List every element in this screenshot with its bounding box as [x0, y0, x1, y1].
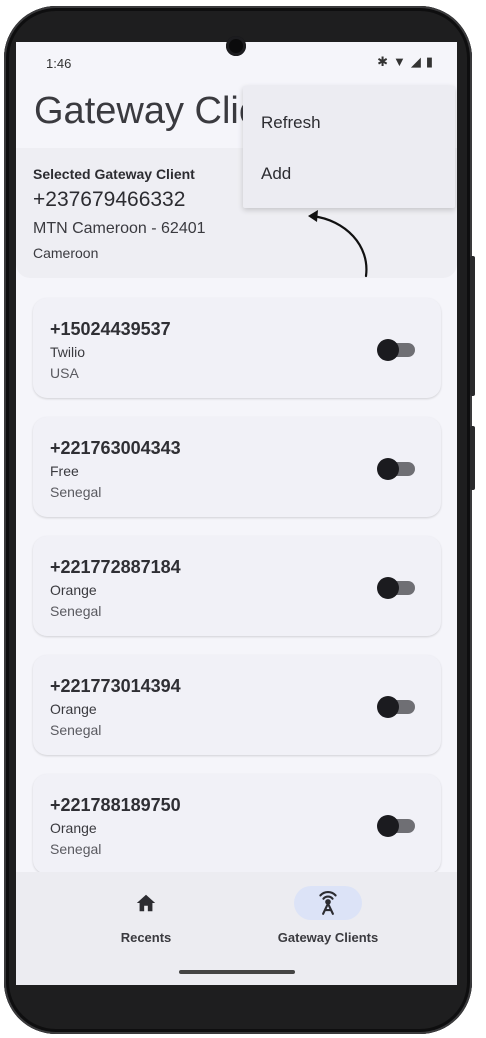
client-card[interactable]: +15024439537 Twilio USA [33, 298, 441, 398]
status-time: 1:46 [46, 56, 72, 71]
wifi-icon: ▼ [392, 54, 406, 69]
battery-icon: ▮ [425, 54, 433, 69]
home-indicator[interactable] [179, 970, 295, 974]
client-toggle[interactable] [377, 576, 415, 600]
selected-client-operator: MTN Cameroon - 62401 [33, 220, 206, 237]
antenna-icon [319, 891, 337, 915]
nav-icon-container [112, 886, 180, 920]
nav-label-gateway-clients: Gateway Clients [277, 930, 379, 945]
client-country: USA [50, 365, 79, 381]
menu-item-add[interactable]: Add [261, 164, 291, 184]
selected-client-country: Cameroon [33, 245, 99, 261]
signal-icon: ◢ [410, 54, 421, 69]
toggle-thumb [377, 577, 399, 599]
client-toggle[interactable] [377, 695, 415, 719]
client-operator: Orange [50, 701, 97, 717]
client-number: +221772887184 [50, 557, 181, 577]
client-country: Senegal [50, 484, 102, 500]
client-toggle[interactable] [377, 338, 415, 362]
selected-client-number: +237679466332 [33, 188, 186, 211]
volume-button [470, 426, 475, 490]
client-number: +15024439537 [50, 319, 171, 339]
client-country: Senegal [50, 722, 102, 738]
client-card[interactable]: +221772887184 Orange Senegal [33, 536, 441, 636]
bottom-navigation: Recents Gateway Clients [16, 872, 457, 985]
client-card[interactable]: +221763004343 Free Senegal [33, 417, 441, 517]
toggle-thumb [377, 696, 399, 718]
client-country: Senegal [50, 603, 102, 619]
client-toggle[interactable] [377, 814, 415, 838]
overflow-menu: Refresh Add [243, 86, 455, 208]
client-number: +221763004343 [50, 438, 181, 458]
client-country: Senegal [50, 841, 102, 857]
menu-item-refresh[interactable]: Refresh [261, 113, 321, 133]
selected-client-label: Selected Gateway Client [33, 166, 195, 182]
client-toggle[interactable] [377, 457, 415, 481]
client-number: +221788189750 [50, 795, 181, 815]
client-operator: Orange [50, 582, 97, 598]
client-operator: Twilio [50, 344, 86, 360]
front-camera [226, 36, 246, 56]
home-icon [136, 894, 156, 912]
toggle-thumb [377, 339, 399, 361]
annotation-arrow-icon [308, 210, 368, 278]
client-card[interactable]: +221788189750 Orange Senegal [33, 774, 441, 874]
toggle-thumb [377, 815, 399, 837]
client-number: +221773014394 [50, 676, 181, 696]
client-operator: Orange [50, 820, 97, 836]
status-icons: ✱ ▼ ◢ ▮ [377, 54, 433, 70]
toggle-thumb [377, 458, 399, 480]
power-button [470, 256, 475, 396]
client-operator: Free [50, 463, 79, 479]
app-screen: 1:46 ✱ ▼ ◢ ▮ Gateway Clients Selected Ga… [16, 42, 457, 985]
bluetooth-icon: ✱ [377, 54, 388, 69]
client-card[interactable]: +221773014394 Orange Senegal [33, 655, 441, 755]
nav-item-gateway-clients[interactable]: Gateway Clients [218, 872, 438, 982]
nav-active-pill [294, 886, 362, 920]
